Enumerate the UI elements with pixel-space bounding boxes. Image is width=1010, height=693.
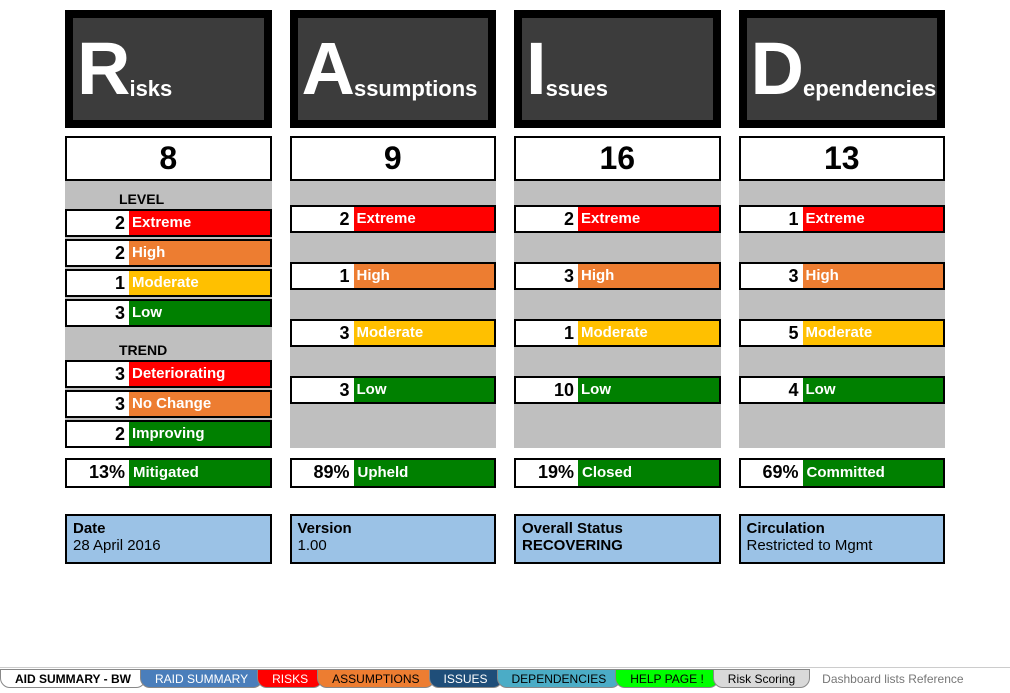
level-count: 2: [292, 207, 354, 231]
level-label: Extreme: [354, 207, 495, 231]
header-dependencies: D ependencies: [739, 10, 946, 128]
summary-pct: 13%: [67, 460, 129, 486]
trend-count: 3: [67, 392, 129, 416]
level-label: Low: [354, 378, 495, 402]
header-rest: ssumptions: [354, 36, 477, 102]
level-label: Extreme: [578, 207, 719, 231]
tab-risks[interactable]: RISKS: [257, 669, 323, 688]
header-big-letter: R: [77, 39, 129, 98]
level-count: 2: [67, 241, 129, 265]
trend-label: Deteriorating: [129, 362, 270, 386]
level-count: 1: [67, 271, 129, 295]
summary-pct: 69%: [741, 460, 803, 486]
total-issues: 16: [514, 136, 721, 181]
total-risks: 8: [65, 136, 272, 181]
level-label: Low: [803, 378, 944, 402]
level-count: 3: [292, 321, 354, 345]
level-label: High: [578, 264, 719, 288]
info-version: Version 1.00: [290, 514, 497, 564]
sheet-tabs: AID SUMMARY - BW RAID SUMMARY RISKS ASSU…: [0, 667, 1010, 689]
level-count: 2: [67, 211, 129, 235]
header-big-letter: A: [302, 39, 354, 98]
level-label: Moderate: [129, 271, 270, 295]
level-label: Moderate: [803, 321, 944, 345]
tab-raid-summary-bw[interactable]: AID SUMMARY - BW: [0, 669, 146, 688]
info-value: RECOVERING: [522, 537, 713, 554]
tab-dependencies[interactable]: DEPENDENCIES: [497, 669, 622, 688]
level-count: 1: [741, 207, 803, 231]
header-risks: R isks: [65, 10, 272, 128]
level-label: High: [129, 241, 270, 265]
header-big-letter: D: [751, 39, 803, 98]
issues-levels: 2 Extreme 3 High 1 Moderate 10 Low: [514, 181, 721, 448]
info-circulation: Circulation Restricted to Mgmt: [739, 514, 946, 564]
info-overall-status: Overall Status RECOVERING: [514, 514, 721, 564]
level-label: Extreme: [803, 207, 944, 231]
level-label: Low: [578, 378, 719, 402]
trend-count: 2: [67, 422, 129, 446]
level-count: 1: [516, 321, 578, 345]
tab-help-page[interactable]: HELP PAGE !: [615, 669, 719, 688]
tab-risk-scoring[interactable]: Risk Scoring: [713, 669, 810, 688]
level-count: 5: [741, 321, 803, 345]
tab-issues[interactable]: ISSUES: [429, 669, 503, 688]
tab-raid-summary[interactable]: RAID SUMMARY: [140, 669, 263, 688]
summary-label: Mitigated: [129, 460, 270, 486]
level-count: 3: [292, 378, 354, 402]
level-label: High: [803, 264, 944, 288]
level-count: 3: [741, 264, 803, 288]
dependencies-levels: 1 Extreme 3 High 5 Moderate 4 Low: [739, 181, 946, 448]
info-key: Circulation: [747, 520, 938, 537]
summary-assumptions: 89% Upheld: [290, 458, 497, 488]
trend-count: 3: [67, 362, 129, 386]
level-count: 3: [67, 301, 129, 325]
summary-pct: 19%: [516, 460, 578, 486]
risks-levels: LEVEL 2 Extreme 2 High 1 Moderate 3 Low …: [65, 181, 272, 448]
summary-dependencies: 69% Committed: [739, 458, 946, 488]
level-count: 3: [516, 264, 578, 288]
level-count: 1: [292, 264, 354, 288]
level-label: High: [354, 264, 495, 288]
info-key: Overall Status: [522, 520, 713, 537]
level-label: Moderate: [354, 321, 495, 345]
level-label: Extreme: [129, 211, 270, 235]
total-assumptions: 9: [290, 136, 497, 181]
tab-assumptions[interactable]: ASSUMPTIONS: [317, 669, 434, 688]
level-label: Low: [129, 301, 270, 325]
info-value: 1.00: [298, 537, 489, 554]
total-dependencies: 13: [739, 136, 946, 181]
header-big-letter: I: [526, 39, 546, 98]
level-label: Moderate: [578, 321, 719, 345]
trend-label: Improving: [129, 422, 270, 446]
summary-pct: 89%: [292, 460, 354, 486]
header-rest: ssues: [546, 36, 608, 102]
header-rest: isks: [129, 36, 172, 102]
summary-issues: 19% Closed: [514, 458, 721, 488]
level-count: 10: [516, 378, 578, 402]
info-date: Date 28 April 2016: [65, 514, 272, 564]
trend-label: No Change: [129, 392, 270, 416]
info-key: Date: [73, 520, 264, 537]
summary-label: Committed: [803, 460, 944, 486]
level-count: 2: [516, 207, 578, 231]
assumptions-levels: 2 Extreme 1 High 3 Moderate 3 Low: [290, 181, 497, 448]
tab-overflow-text: Dashboard lists Reference: [804, 672, 963, 686]
info-key: Version: [298, 520, 489, 537]
summary-label: Closed: [578, 460, 719, 486]
header-assumptions: A ssumptions: [290, 10, 497, 128]
info-value: Restricted to Mgmt: [747, 537, 938, 554]
header-rest: ependencies: [803, 36, 936, 102]
level-count: 4: [741, 378, 803, 402]
summary-label: Upheld: [354, 460, 495, 486]
level-heading: LEVEL: [65, 181, 272, 209]
info-value: 28 April 2016: [73, 537, 264, 554]
summary-risks: 13% Mitigated: [65, 458, 272, 488]
trend-heading: TREND: [65, 332, 272, 360]
header-issues: I ssues: [514, 10, 721, 128]
